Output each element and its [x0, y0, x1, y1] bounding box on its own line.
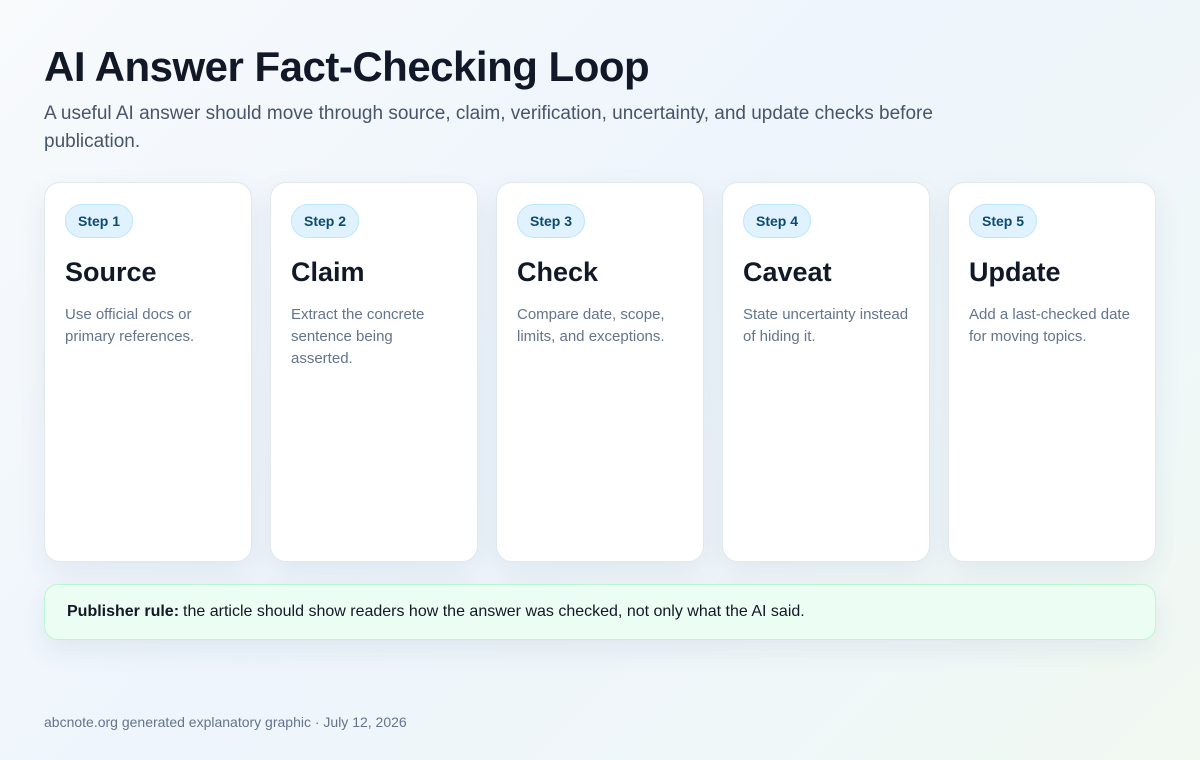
step-card-check: Step 3 Check Compare date, scope, limits…	[496, 182, 704, 562]
step-title: Caveat	[743, 257, 832, 287]
step-title: Update	[969, 257, 1061, 287]
step-title: Check	[517, 257, 599, 287]
steps-row: Step 1 Source Use official docs or prima…	[44, 182, 1156, 562]
page-title: AI Answer Fact-Checking Loop	[44, 43, 650, 90]
page-subtitle: A useful AI answer should move through s…	[44, 103, 933, 152]
step-card-caveat: Step 4 Caveat State uncertainty instead …	[722, 182, 930, 562]
step-description: Compare date, scope, limits, and excepti…	[517, 306, 665, 345]
publisher-rule-label: Publisher rule:	[67, 603, 180, 620]
step-badge: Step 2	[291, 204, 360, 238]
step-card-update: Step 5 Update Add a last-checked date fo…	[948, 182, 1156, 562]
step-title: Source	[65, 257, 157, 287]
step-badge: Step 3	[517, 204, 586, 238]
footer-credit: abcnote.org generated explanatory graphi…	[44, 714, 407, 730]
step-description: Use official docs or primary references.	[65, 306, 195, 345]
step-badge: Step 4	[743, 204, 812, 238]
step-description: State uncertainty instead of hiding it.	[743, 306, 909, 345]
step-badge: Step 1	[65, 204, 134, 238]
step-description: Add a last-checked date for moving topic…	[969, 306, 1130, 345]
step-title: Claim	[291, 257, 365, 287]
step-card-claim: Step 2 Claim Extract the concrete senten…	[270, 182, 478, 562]
publisher-rule-callout: Publisher rule: the article should show …	[44, 584, 1156, 640]
step-badge: Step 5	[969, 204, 1038, 238]
step-card-source: Step 1 Source Use official docs or prima…	[44, 182, 252, 562]
step-description: Extract the concrete sentence being asse…	[291, 306, 425, 367]
publisher-rule-text: the article should show readers how the …	[183, 603, 805, 620]
